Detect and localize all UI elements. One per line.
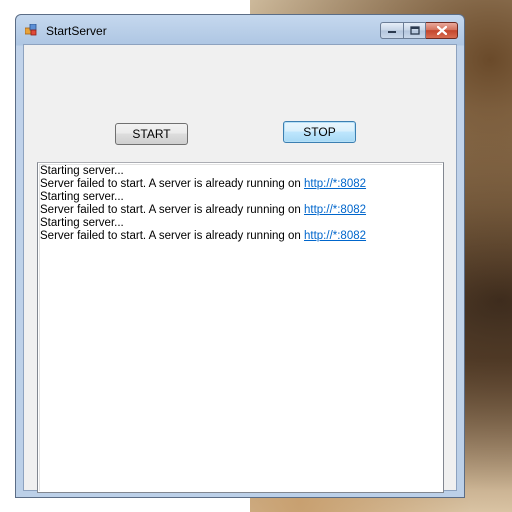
log-line: Starting server... (40, 191, 124, 203)
minimize-button[interactable] (380, 22, 404, 39)
app-window: StartServer START STOP Starting server..… (15, 14, 465, 498)
log-line: Starting server... (40, 165, 124, 177)
window-title: StartServer (46, 24, 107, 38)
log-textbox[interactable]: Starting server... Server failed to star… (37, 162, 444, 493)
log-line: Starting server... (40, 217, 124, 229)
start-button[interactable]: START (115, 123, 188, 145)
windows-form-icon (25, 24, 37, 36)
log-line: Server failed to start. A server is alre… (40, 230, 367, 242)
log-lines: Starting server... Server failed to star… (40, 165, 366, 243)
minimize-icon (388, 30, 396, 33)
title-bar[interactable]: StartServer (16, 15, 464, 43)
log-line: Server failed to start. A server is alre… (40, 204, 367, 216)
stop-button[interactable]: STOP (283, 121, 356, 143)
server-url-link[interactable]: http://*:8082 (304, 204, 366, 216)
server-url-link[interactable]: http://*:8082 (304, 178, 366, 190)
maximize-button[interactable] (404, 22, 426, 39)
log-line: Server failed to start. A server is alre… (40, 178, 367, 190)
close-button[interactable] (426, 22, 458, 39)
caption-buttons (380, 22, 458, 39)
client-area: START STOP Starting server... Server fai… (23, 44, 457, 493)
maximize-icon (409, 26, 420, 35)
server-url-link[interactable]: http://*:8082 (304, 230, 366, 242)
close-icon (436, 26, 447, 35)
